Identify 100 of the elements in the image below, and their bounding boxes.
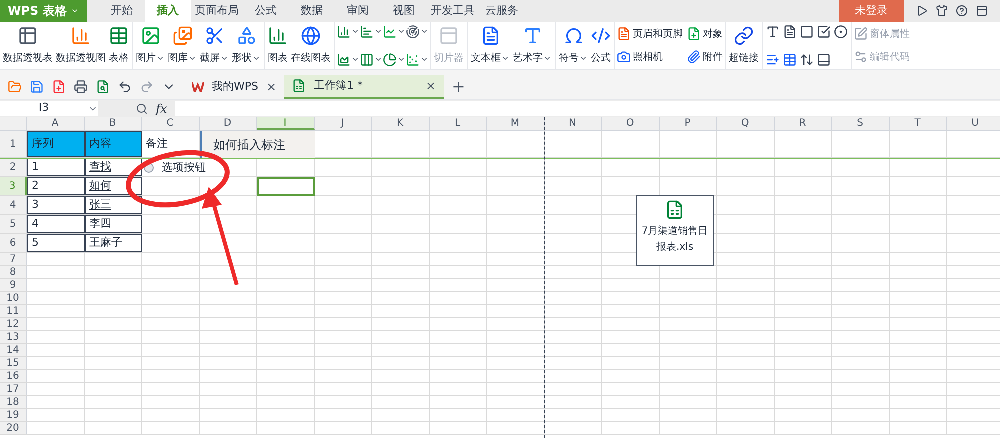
- column-header[interactable]: J: [314, 117, 372, 130]
- new-tab-button[interactable]: +: [444, 75, 474, 99]
- table-cell[interactable]: 李四: [84, 215, 142, 233]
- function-label[interactable]: fx: [156, 100, 168, 118]
- chart-type-button[interactable]: [383, 24, 405, 40]
- column-header[interactable]: B: [84, 117, 142, 130]
- ribbon-button[interactable]: 在线图表: [290, 24, 332, 68]
- selected-cell[interactable]: [257, 177, 314, 196]
- column-header[interactable]: O: [602, 117, 660, 130]
- table-cell[interactable]: 3: [27, 196, 84, 214]
- row-header[interactable]: 15: [0, 357, 27, 369]
- control-button[interactable]: [816, 52, 832, 68]
- shirt-icon[interactable]: [936, 5, 948, 17]
- ribbon-button[interactable]: 文本框: [470, 24, 511, 68]
- menu-tab[interactable]: 插入: [145, 0, 191, 22]
- ribbon-button[interactable]: 数据透视表: [2, 24, 54, 68]
- callout-shape[interactable]: 如何插入标注: [200, 131, 314, 158]
- window-icon[interactable]: [976, 5, 988, 17]
- undo-icon[interactable]: [118, 80, 132, 94]
- save-icon[interactable]: [30, 80, 44, 94]
- table-cell[interactable]: 如何: [84, 177, 142, 195]
- column-header[interactable]: S: [832, 117, 890, 130]
- row-header[interactable]: 18: [0, 396, 27, 408]
- row-header[interactable]: 9: [0, 279, 27, 291]
- ribbon-button[interactable]: 对象: [687, 26, 723, 42]
- table-cell[interactable]: 王麻子: [84, 234, 142, 252]
- menu-tab[interactable]: 数据: [289, 0, 335, 22]
- table-cell[interactable]: 内容: [84, 131, 142, 157]
- menu-tab[interactable]: 页面布局: [191, 0, 243, 22]
- column-header[interactable]: Q: [717, 117, 774, 130]
- ribbon-button[interactable]: 图片: [135, 24, 166, 68]
- column-header[interactable]: K: [372, 117, 430, 130]
- ribbon-button[interactable]: 图库: [167, 24, 198, 68]
- column-header[interactable]: I: [257, 117, 314, 130]
- app-menu-button[interactable]: WPS 表格: [0, 0, 87, 22]
- table-cell[interactable]: 2: [27, 177, 84, 195]
- row-header[interactable]: 7: [0, 253, 27, 265]
- row-header[interactable]: 8: [0, 266, 27, 278]
- column-header[interactable]: P: [660, 117, 717, 130]
- column-header[interactable]: M: [487, 117, 544, 130]
- print-icon[interactable]: [74, 80, 88, 94]
- ribbon-button[interactable]: 符号: [558, 24, 589, 68]
- row-header[interactable]: 10: [0, 292, 27, 304]
- column-header[interactable]: R: [774, 117, 832, 130]
- row-header[interactable]: 11: [0, 305, 27, 317]
- formula-input[interactable]: [175, 101, 1000, 116]
- chart-type-button[interactable]: [337, 24, 359, 40]
- table-cell[interactable]: 4: [27, 215, 84, 233]
- row-header[interactable]: 13: [0, 331, 27, 343]
- chart-type-button[interactable]: [360, 24, 382, 40]
- help-icon[interactable]: [956, 5, 968, 17]
- column-header[interactable]: T: [890, 117, 947, 130]
- menu-tab[interactable]: 开发工具: [427, 0, 479, 22]
- row-header[interactable]: 4: [0, 196, 27, 214]
- ribbon-button[interactable]: 图表: [267, 24, 289, 68]
- option-button[interactable]: 选项按钮: [144, 160, 206, 176]
- row-header[interactable]: 2: [0, 158, 27, 176]
- control-button[interactable]: [782, 52, 798, 68]
- ribbon-button[interactable]: 表格: [108, 24, 130, 68]
- chart-type-button[interactable]: [337, 52, 359, 68]
- table-cell[interactable]: 5: [27, 234, 84, 252]
- ribbon-button[interactable]: 页眉和页脚: [617, 26, 683, 42]
- embedded-file-object[interactable]: 7月渠道销售日报表.xls: [636, 195, 714, 266]
- column-header[interactable]: U: [947, 117, 1000, 130]
- column-header[interactable]: A: [27, 117, 84, 130]
- zoom-search-icon[interactable]: [136, 102, 148, 114]
- row-header[interactable]: 20: [0, 422, 27, 434]
- row-header[interactable]: 17: [0, 383, 27, 395]
- menu-tab[interactable]: 审阅: [335, 0, 381, 22]
- chart-type-button[interactable]: [406, 24, 428, 40]
- row-header[interactable]: 3: [0, 177, 27, 195]
- file-search-icon[interactable]: [96, 80, 110, 94]
- column-header[interactable]: C: [142, 117, 200, 130]
- ribbon-button[interactable]: 超链接: [728, 24, 760, 68]
- ribbon-button[interactable]: 附件: [687, 50, 723, 64]
- control-button[interactable]: [799, 24, 815, 40]
- row-header[interactable]: 19: [0, 409, 27, 421]
- menu-tab[interactable]: 开始: [99, 0, 145, 22]
- chart-type-button[interactable]: [406, 52, 428, 68]
- row-header[interactable]: 6: [0, 234, 27, 252]
- menu-tab[interactable]: 公式: [243, 0, 289, 22]
- menu-tab[interactable]: 云服务: [479, 0, 525, 22]
- ribbon-button[interactable]: 公式: [590, 24, 612, 68]
- row-header[interactable]: 1: [0, 131, 27, 157]
- row-header[interactable]: 12: [0, 318, 27, 330]
- control-button[interactable]: [833, 24, 849, 40]
- ribbon-button[interactable]: 数据透视图: [55, 24, 107, 68]
- document-tab[interactable]: 我的WPS ×: [184, 75, 284, 99]
- control-button[interactable]: [782, 24, 798, 40]
- folder-icon[interactable]: [8, 80, 22, 94]
- row-header[interactable]: 5: [0, 215, 27, 233]
- ribbon-button[interactable]: 照相机: [617, 50, 683, 64]
- ribbon-button[interactable]: 截屏: [199, 24, 230, 68]
- chart-type-button[interactable]: [383, 52, 405, 68]
- document-tab[interactable]: 工作簿1 * ×: [284, 75, 444, 99]
- file-plus-icon[interactable]: [52, 80, 66, 94]
- play-icon[interactable]: [916, 5, 928, 17]
- row-header[interactable]: 16: [0, 370, 27, 382]
- chart-type-button[interactable]: [360, 52, 382, 68]
- table-cell[interactable]: 序列: [27, 131, 84, 157]
